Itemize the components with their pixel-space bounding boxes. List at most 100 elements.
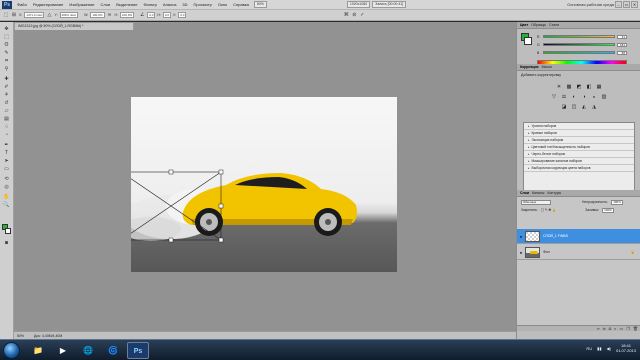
menu-help[interactable]: Справка	[230, 2, 252, 7]
start-button[interactable]	[3, 342, 20, 359]
workspace-switcher[interactable]: Основная рабочая среда	[567, 2, 614, 7]
status-zoom[interactable]: 50%	[17, 334, 24, 338]
cancel-icon[interactable]: ⊘	[351, 12, 357, 18]
fx-icon[interactable]: fx	[603, 326, 606, 331]
preset-item[interactable]: ▸ Черно-белое наборов	[524, 151, 634, 158]
healing-tool-icon[interactable]: ✚	[2, 76, 11, 82]
color-balance-icon[interactable]: ⚖	[561, 94, 567, 100]
menu-image[interactable]: Изображение	[66, 2, 97, 7]
slider-g[interactable]: G 181	[537, 42, 635, 47]
lasso-tool-icon[interactable]: ʘ	[2, 42, 11, 48]
hue-adjust-icon[interactable]: ▽	[551, 94, 557, 100]
move-tool-icon[interactable]: ✥	[2, 26, 11, 32]
x-field[interactable]: 1471,0 пикс	[24, 12, 45, 18]
maximize-button[interactable]: ▭	[623, 1, 630, 8]
history-brush-tool-icon[interactable]: ↺	[2, 100, 11, 106]
document-tab[interactable]: IMG1312.jpg @ 50% (СЛОЙ_1,RGB/8#) *	[14, 22, 134, 30]
threshold-icon[interactable]: ◫	[571, 104, 577, 110]
eye-icon[interactable]: ●	[517, 234, 525, 239]
folder-icon[interactable]: ▭	[620, 326, 624, 331]
warp-icon[interactable]: ⌘	[343, 12, 349, 18]
eraser-tool-icon[interactable]: ▱	[2, 108, 11, 114]
brightness-adjust-icon[interactable]: ☀	[556, 84, 562, 90]
fill-field[interactable]: 100%	[601, 207, 614, 213]
layer-row[interactable]: ● Фон 🔒	[517, 245, 640, 260]
crop-tool-icon[interactable]: ⌗	[2, 58, 11, 64]
hand-tool-icon[interactable]: ✋	[2, 194, 11, 200]
slider-b-value[interactable]: 58	[617, 50, 627, 55]
slider-g-value[interactable]: 181	[617, 42, 627, 47]
tab-channels[interactable]: Каналы	[532, 191, 544, 195]
zoom-dropdown[interactable]: 50%	[253, 1, 267, 8]
opacity-field[interactable]: 100%	[610, 199, 623, 205]
tab-paths[interactable]: Контуры	[547, 191, 561, 195]
background-color-swatch[interactable]	[5, 228, 11, 234]
blend-mode-select[interactable]: Обычные	[521, 199, 551, 205]
reference-point-icon[interactable]: ⊞	[11, 12, 17, 18]
height-field[interactable]: 100,0%	[120, 12, 135, 18]
volume-icon[interactable]: ◀)	[607, 346, 611, 351]
pen-tool-icon[interactable]: ✒	[2, 142, 11, 148]
preset-item[interactable]: ▸ Кривые наборов	[524, 130, 634, 137]
y-field[interactable]: 468,0 пикс	[59, 12, 79, 18]
menu-filter[interactable]: Фильтр	[140, 2, 159, 7]
image-canvas[interactable]	[131, 97, 397, 272]
levels-adjust-icon[interactable]: ▩	[566, 84, 572, 90]
lock-icon[interactable]: ▢ ✎ ✥ 🔒	[541, 208, 557, 212]
photoshop-task-icon[interactable]: Ps	[127, 342, 149, 359]
slider-r-track[interactable]	[543, 35, 615, 38]
brush-tool-icon[interactable]: ✐	[2, 84, 11, 90]
menu-analysis[interactable]: Анализ	[160, 2, 180, 7]
blur-tool-icon[interactable]: ♢	[2, 124, 11, 130]
preset-item[interactable]: ▸ Уровни наборов	[524, 123, 634, 130]
eyedropper-tool-icon[interactable]: ⚲	[2, 66, 11, 72]
menu-edit[interactable]: Редактирование	[30, 2, 66, 7]
marquee-tool-icon[interactable]: ⬚	[2, 34, 11, 40]
chrome-icon[interactable]: 🌀	[102, 342, 124, 359]
language-indicator[interactable]: RU	[586, 346, 592, 351]
quick-select-tool-icon[interactable]: ✎	[2, 50, 11, 56]
menu-file[interactable]: Файл	[14, 2, 30, 7]
selective-color-icon[interactable]: ◮	[591, 104, 597, 110]
clone-stamp-tool-icon[interactable]: ⚘	[2, 92, 11, 98]
clock[interactable]: 18:41 01.07.2013	[616, 343, 636, 353]
gradient-map-icon[interactable]: ◭	[581, 104, 587, 110]
network-icon[interactable]: ▮▮	[597, 346, 601, 351]
gradient-tool-icon[interactable]: ▤	[2, 116, 11, 122]
adjust-layer-icon[interactable]: ◐	[614, 326, 616, 331]
menu-view[interactable]: Просмотр	[191, 2, 215, 7]
quick-mask-icon[interactable]: ◙	[2, 240, 11, 246]
curves-adjust-icon[interactable]: ◩	[576, 84, 582, 90]
trash-icon[interactable]: 🗑	[633, 326, 638, 331]
menu-3d[interactable]: 3D	[179, 2, 190, 7]
menu-select[interactable]: Выделение	[113, 2, 140, 7]
preset-item[interactable]: ▸ Цветовой тон/Насыщенность наборов	[524, 144, 634, 151]
eye-icon[interactable]: ●	[517, 250, 525, 255]
black-white-icon[interactable]: ◐	[571, 94, 577, 100]
tab-styles[interactable]: Стили	[549, 23, 559, 27]
3d-camera-tool-icon[interactable]: ◎	[2, 184, 11, 190]
close-button[interactable]: ✕	[631, 1, 638, 8]
3d-rotate-tool-icon[interactable]: ⟲	[2, 176, 11, 182]
preset-item[interactable]: ▸ Экспозиция наборов	[524, 137, 634, 144]
preset-item[interactable]: ▸ Микширование каналов наборов	[524, 158, 634, 165]
dodge-tool-icon[interactable]: ◔	[2, 132, 11, 138]
v-skew-field[interactable]: 0,0	[178, 12, 187, 18]
channel-mixer-icon[interactable]: ◒	[591, 94, 597, 100]
exposure-adjust-icon[interactable]: ◧	[586, 84, 592, 90]
link-icon[interactable]: ∞	[107, 12, 113, 18]
vibrance-adjust-icon[interactable]: ▦	[596, 84, 602, 90]
link-layers-icon[interactable]: ∞	[597, 326, 600, 331]
tab-swatches[interactable]: Образцы	[531, 23, 546, 27]
h-skew-field[interactable]: 0,0	[162, 12, 172, 18]
media-player-icon[interactable]: ▶	[52, 342, 74, 359]
explorer-icon[interactable]: 📁	[27, 342, 49, 359]
relative-position-icon[interactable]: △	[46, 12, 52, 18]
tab-masks[interactable]: Маски	[542, 65, 552, 69]
slider-b-track[interactable]	[543, 51, 615, 54]
zoom-tool-icon[interactable]: 🔍	[2, 202, 11, 208]
mask-icon[interactable]: ◘	[609, 326, 611, 331]
tab-color[interactable]: Цвет	[520, 23, 528, 27]
slider-r[interactable]: R 31	[537, 34, 635, 39]
preset-item[interactable]: ▸ Выборочная коррекция цвета наборов	[524, 165, 634, 172]
